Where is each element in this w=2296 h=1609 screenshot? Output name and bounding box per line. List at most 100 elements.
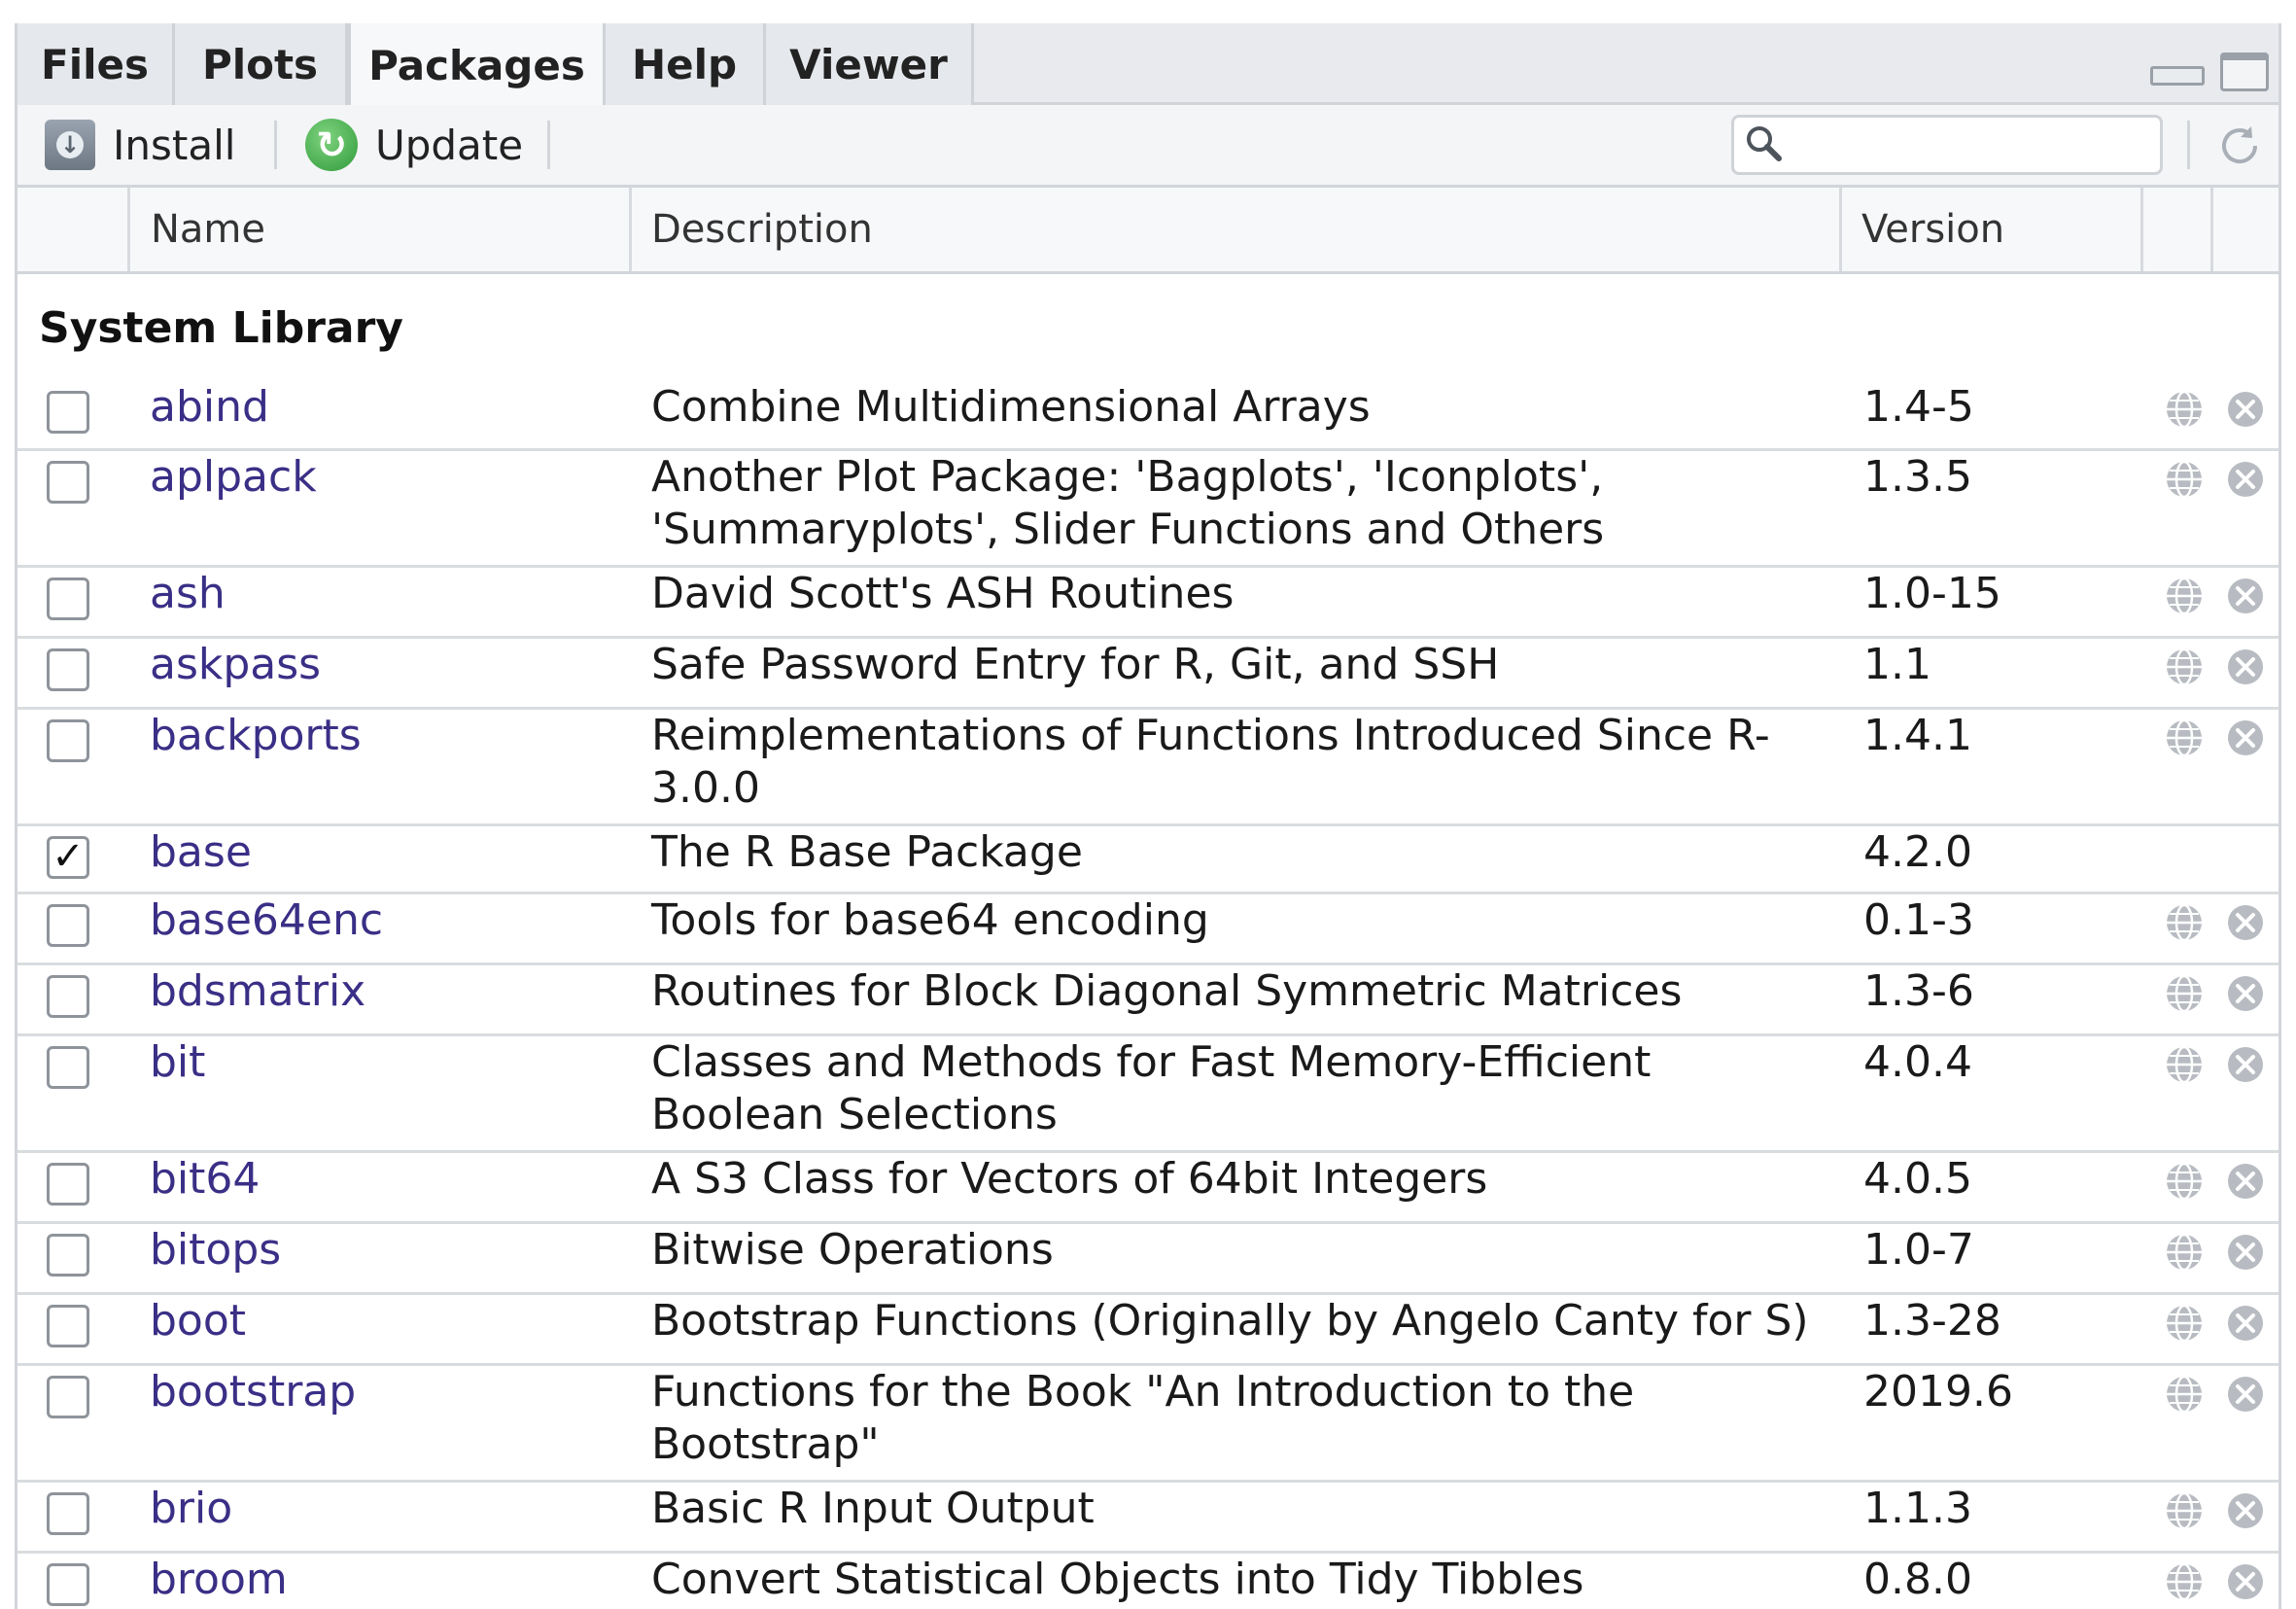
remove-package-icon[interactable] bbox=[2225, 647, 2266, 687]
remove-package-icon[interactable] bbox=[2225, 1161, 2266, 1202]
package-version: 0.8.0 bbox=[1863, 1555, 1972, 1604]
tab-packages[interactable]: Packages bbox=[348, 23, 606, 108]
package-version: 1.3.5 bbox=[1863, 452, 1972, 502]
update-button[interactable]: ↻ Update bbox=[305, 105, 523, 185]
package-description: Bootstrap Functions (Originally by Angel… bbox=[651, 1296, 1809, 1346]
table-row: abind Combine Multidimensional Arrays 1.4-… bbox=[17, 381, 2279, 451]
tab-files[interactable]: Files bbox=[17, 23, 175, 105]
packages-pane: Files Plots Packages Help Viewer ↓ Insta… bbox=[15, 23, 2281, 1609]
tab-plots[interactable]: Plots bbox=[175, 23, 348, 105]
package-checkbox[interactable] bbox=[47, 1046, 89, 1089]
table-row: base64enc Tools for base64 encoding 0.1-3 bbox=[17, 894, 2279, 965]
package-name-link[interactable]: bit64 bbox=[150, 1153, 260, 1206]
package-name-link[interactable]: base64enc bbox=[150, 894, 383, 947]
table-row: broom Convert Statistical Objects into Ti… bbox=[17, 1554, 2279, 1609]
package-checkbox[interactable] bbox=[47, 577, 89, 620]
package-version: 2019.6 bbox=[1863, 1367, 2013, 1417]
package-name-link[interactable]: broom bbox=[150, 1554, 288, 1606]
package-checkbox[interactable] bbox=[47, 975, 89, 1018]
maximize-icon[interactable] bbox=[2220, 52, 2269, 91]
remove-package-icon[interactable] bbox=[2225, 1303, 2266, 1344]
section-title: System Library bbox=[39, 303, 403, 353]
package-version: 1.0-15 bbox=[1863, 569, 2001, 618]
globe-icon[interactable] bbox=[2164, 647, 2205, 687]
remove-package-icon[interactable] bbox=[2225, 1490, 2266, 1531]
package-description: Functions for the Book "An Introduction … bbox=[651, 1367, 1635, 1469]
globe-icon[interactable] bbox=[2164, 459, 2205, 500]
package-description: Safe Password Entry for R, Git, and SSH bbox=[651, 640, 1500, 689]
package-description: Combine Multidimensional Arrays bbox=[651, 382, 1371, 432]
table-row: ✓ base The R Base Package 4.2.0 bbox=[17, 826, 2279, 894]
package-name-link[interactable]: bit bbox=[150, 1036, 205, 1089]
package-name-link[interactable]: boot bbox=[150, 1295, 246, 1347]
package-name-link[interactable]: abind bbox=[150, 381, 269, 434]
package-checkbox[interactable] bbox=[47, 1492, 89, 1535]
globe-icon[interactable] bbox=[2164, 1490, 2205, 1531]
remove-package-icon[interactable] bbox=[2225, 902, 2266, 943]
package-checkbox[interactable] bbox=[47, 391, 89, 434]
table-row: bdsmatrix Routines for Block Diagonal Sym… bbox=[17, 965, 2279, 1036]
package-name-link[interactable]: ash bbox=[150, 568, 226, 620]
minimize-icon[interactable] bbox=[2150, 66, 2205, 86]
package-version: 4.0.4 bbox=[1863, 1037, 1972, 1087]
column-version[interactable]: Version bbox=[1861, 188, 2004, 271]
package-checkbox[interactable] bbox=[47, 461, 89, 504]
package-name-link[interactable]: backports bbox=[150, 710, 362, 762]
globe-icon[interactable] bbox=[2164, 1044, 2205, 1085]
package-checkbox[interactable] bbox=[47, 1563, 89, 1606]
remove-package-icon[interactable] bbox=[2225, 973, 2266, 1014]
tab-help[interactable]: Help bbox=[606, 23, 766, 105]
remove-package-icon[interactable] bbox=[2225, 1232, 2266, 1273]
package-description: Convert Statistical Objects into Tidy Ti… bbox=[651, 1555, 1584, 1604]
search-input[interactable] bbox=[1731, 115, 2163, 175]
package-description: Tools for base64 encoding bbox=[651, 895, 1209, 945]
package-description: A S3 Class for Vectors of 64bit Integers bbox=[651, 1154, 1488, 1204]
tab-viewer[interactable]: Viewer bbox=[766, 23, 974, 105]
package-version: 0.1-3 bbox=[1863, 895, 1974, 945]
package-version: 1.1.3 bbox=[1863, 1484, 1972, 1533]
package-name-link[interactable]: brio bbox=[150, 1483, 232, 1535]
refresh-icon[interactable] bbox=[2212, 119, 2267, 173]
package-checkbox[interactable] bbox=[47, 719, 89, 762]
remove-package-icon[interactable] bbox=[2225, 389, 2266, 430]
table-row: backports Reimplementations of Functions … bbox=[17, 710, 2279, 826]
install-button[interactable]: ↓ Install bbox=[45, 105, 235, 185]
globe-icon[interactable] bbox=[2164, 1561, 2205, 1602]
globe-icon[interactable] bbox=[2164, 389, 2205, 430]
globe-icon[interactable] bbox=[2164, 717, 2205, 758]
package-description: Bitwise Operations bbox=[651, 1225, 1054, 1275]
column-name[interactable]: Name bbox=[151, 188, 265, 271]
tab-bar: Files Plots Packages Help Viewer bbox=[17, 23, 2279, 108]
package-name-link[interactable]: bitops bbox=[150, 1224, 281, 1277]
remove-package-icon[interactable] bbox=[2225, 1561, 2266, 1602]
globe-icon[interactable] bbox=[2164, 902, 2205, 943]
package-checkbox[interactable] bbox=[47, 648, 89, 691]
package-checkbox[interactable] bbox=[47, 904, 89, 947]
package-checkbox[interactable] bbox=[47, 1234, 89, 1277]
remove-package-icon[interactable] bbox=[2225, 717, 2266, 758]
package-name-link[interactable]: aplpack bbox=[150, 451, 317, 504]
package-checkbox[interactable] bbox=[47, 1305, 89, 1347]
package-name-link[interactable]: askpass bbox=[150, 639, 321, 691]
globe-icon[interactable] bbox=[2164, 973, 2205, 1014]
package-checkbox[interactable] bbox=[47, 1163, 89, 1206]
package-version: 1.4-5 bbox=[1863, 382, 1974, 432]
globe-icon[interactable] bbox=[2164, 1303, 2205, 1344]
column-description[interactable]: Description bbox=[651, 188, 873, 271]
remove-package-icon[interactable] bbox=[2225, 1044, 2266, 1085]
globe-icon[interactable] bbox=[2164, 1161, 2205, 1202]
globe-icon[interactable] bbox=[2164, 576, 2205, 616]
package-name-link[interactable]: base bbox=[150, 826, 252, 879]
remove-package-icon[interactable] bbox=[2225, 459, 2266, 500]
package-checkbox[interactable]: ✓ bbox=[47, 836, 89, 879]
package-version: 1.4.1 bbox=[1863, 711, 1972, 760]
package-name-link[interactable]: bootstrap bbox=[150, 1366, 356, 1418]
package-checkbox[interactable] bbox=[47, 1376, 89, 1418]
package-version: 1.1 bbox=[1863, 640, 1931, 689]
remove-package-icon[interactable] bbox=[2225, 576, 2266, 616]
globe-icon[interactable] bbox=[2164, 1232, 2205, 1273]
globe-icon[interactable] bbox=[2164, 1374, 2205, 1415]
package-description: Classes and Methods for Fast Memory-Effi… bbox=[651, 1037, 1652, 1139]
remove-package-icon[interactable] bbox=[2225, 1374, 2266, 1415]
package-name-link[interactable]: bdsmatrix bbox=[150, 965, 365, 1018]
